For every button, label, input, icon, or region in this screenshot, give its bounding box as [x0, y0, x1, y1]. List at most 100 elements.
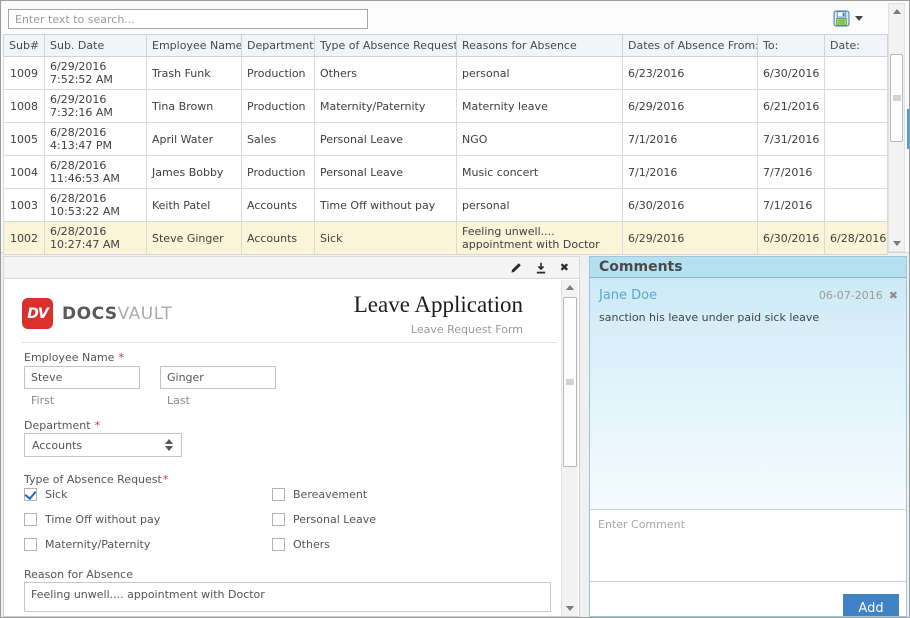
checkbox-option[interactable]: Bereavement: [272, 487, 520, 501]
checkbox-option[interactable]: Personal Leave: [272, 512, 520, 526]
add-comment-button[interactable]: Add: [843, 594, 899, 617]
table-cell: Accounts: [242, 189, 315, 222]
comments-list: Jane Doe06-07-2016 ✖ sanction his leave un…: [590, 278, 906, 510]
table-cell: [825, 90, 888, 123]
table-cell: [825, 57, 888, 90]
table-row[interactable]: 10046/28/2016 11:46:53 AMJames BobbyProd…: [4, 156, 888, 189]
scroll-up-icon[interactable]: [562, 280, 578, 295]
docsvault-logo: DV DOCSVAULT: [22, 298, 172, 329]
table-cell: Sick: [315, 222, 457, 255]
comment-text: sanction his leave under paid sick leave: [599, 311, 898, 324]
spinner-icon: [165, 439, 173, 451]
table-cell: Maternity leave: [457, 90, 623, 123]
form-subtitle: Leave Request Form: [411, 323, 523, 336]
checkbox-unchecked-icon[interactable]: [24, 513, 37, 526]
download-icon[interactable]: [535, 262, 547, 274]
table-row[interactable]: 10086/29/2016 7:32:16 AMTina BrownProduc…: [4, 90, 888, 123]
table-cell: Feeling unwell.... appointment with Doct…: [457, 222, 623, 255]
close-icon[interactable]: ✖: [560, 262, 569, 273]
export-button[interactable]: [833, 10, 863, 27]
checkbox-label: Maternity/Paternity: [45, 538, 150, 551]
table-cell: [825, 123, 888, 156]
comment-delete-icon[interactable]: ✖: [889, 289, 898, 302]
required-asterisk: *: [95, 419, 101, 432]
table-cell: 6/23/2016: [623, 57, 758, 90]
column-header[interactable]: Employee Name: [147, 35, 242, 57]
table-cell: personal: [457, 57, 623, 90]
table-cell: Music concert: [457, 156, 623, 189]
table-cell: 1005: [4, 123, 45, 156]
save-icon: [833, 10, 850, 27]
column-header[interactable]: To:: [758, 35, 825, 57]
comment-input[interactable]: [590, 510, 906, 582]
table-row[interactable]: 10056/28/2016 4:13:47 PMApril WaterSales…: [4, 123, 888, 156]
checkbox-label: Time Off without pay: [45, 513, 160, 526]
scrollbar-thumb[interactable]: [563, 297, 577, 467]
table-cell: 6/29/2016 7:52:52 AM: [45, 57, 147, 90]
column-header[interactable]: Department: [242, 35, 315, 57]
dv-logo-badge: DV: [22, 298, 53, 329]
checkbox-option[interactable]: Time Off without pay: [24, 512, 272, 526]
table-row[interactable]: 10096/29/2016 7:52:52 AMTrash FunkProduc…: [4, 57, 888, 90]
scroll-up-icon[interactable]: [889, 4, 904, 19]
table-cell: April Water: [147, 123, 242, 156]
caret-down-icon: [855, 16, 863, 21]
table-cell: Production: [242, 57, 315, 90]
comment-author-link[interactable]: Jane Doe: [599, 288, 819, 303]
checkbox-option[interactable]: Others: [272, 537, 520, 551]
required-asterisk: *: [163, 473, 169, 486]
column-header[interactable]: Dates of Absence From:: [623, 35, 758, 57]
table-cell: 1003: [4, 189, 45, 222]
leave-application-form: DV DOCSVAULT Leave Application Leave Req…: [3, 279, 580, 617]
checkbox-unchecked-icon[interactable]: [272, 488, 285, 501]
checkbox-unchecked-icon[interactable]: [24, 538, 37, 551]
column-header[interactable]: Date:: [825, 35, 888, 57]
table-cell: 6/21/2016: [758, 90, 825, 123]
column-header[interactable]: Sub. Date: [45, 35, 147, 57]
checkbox-label: Bereavement: [293, 488, 367, 501]
form-scrollbar[interactable]: [561, 280, 578, 616]
column-header[interactable]: Reasons for Absence: [457, 35, 623, 57]
comment-item: Jane Doe06-07-2016 ✖ sanction his leave un…: [590, 278, 906, 324]
scrollbar-thumb[interactable]: [890, 54, 903, 142]
table-cell: Personal Leave: [315, 123, 457, 156]
scroll-down-icon[interactable]: [562, 601, 578, 616]
checkbox-unchecked-icon[interactable]: [272, 538, 285, 551]
table-cell: NGO: [457, 123, 623, 156]
brand-name: DOCSVAULT: [62, 304, 172, 324]
checkbox-option[interactable]: Sick: [24, 487, 272, 501]
table-scrollbar[interactable]: [888, 3, 905, 252]
checkbox-option[interactable]: Maternity/Paternity: [24, 537, 272, 551]
reason-textarea[interactable]: Feeling unwell.... appointment with Doct…: [24, 582, 551, 612]
comment-date: 06-07-2016: [819, 289, 883, 302]
table-row[interactable]: 10026/28/2016 10:27:47 AMSteve GingerAcc…: [4, 222, 888, 255]
column-header[interactable]: Sub#: [4, 35, 45, 57]
table-cell: [825, 189, 888, 222]
checkbox-checked-icon[interactable]: [24, 488, 37, 501]
department-select[interactable]: Accounts: [24, 433, 182, 457]
table-cell: personal: [457, 189, 623, 222]
required-asterisk: *: [118, 351, 124, 364]
table-cell: 6/28/2016 4:13:47 PM: [45, 123, 147, 156]
table-row[interactable]: 10036/28/2016 10:53:22 AMKeith PatelAcco…: [4, 189, 888, 222]
last-name-field[interactable]: [160, 366, 276, 389]
table-cell: Keith Patel: [147, 189, 242, 222]
table-cell: 7/1/2016: [758, 189, 825, 222]
column-header[interactable]: Type of Absence Request: [315, 35, 457, 57]
table-cell: 1004: [4, 156, 45, 189]
first-name-field[interactable]: [24, 366, 140, 389]
table-cell: James Bobby: [147, 156, 242, 189]
app-window: Sub#Sub. DateEmployee NameDepartmentType…: [0, 0, 910, 618]
table-cell: 6/30/2016: [758, 222, 825, 255]
first-sublabel: First: [31, 394, 54, 407]
scroll-down-icon[interactable]: [889, 236, 904, 251]
checkbox-label: Personal Leave: [293, 513, 376, 526]
table-cell: 1002: [4, 222, 45, 255]
table-cell: 7/1/2016: [623, 156, 758, 189]
edit-icon[interactable]: [510, 262, 522, 274]
search-input[interactable]: [8, 9, 368, 29]
checkbox-unchecked-icon[interactable]: [272, 513, 285, 526]
table-cell: 1008: [4, 90, 45, 123]
reason-label: Reason for Absence: [24, 568, 133, 581]
absence-type-label: Type of Absence Request*: [24, 473, 168, 486]
